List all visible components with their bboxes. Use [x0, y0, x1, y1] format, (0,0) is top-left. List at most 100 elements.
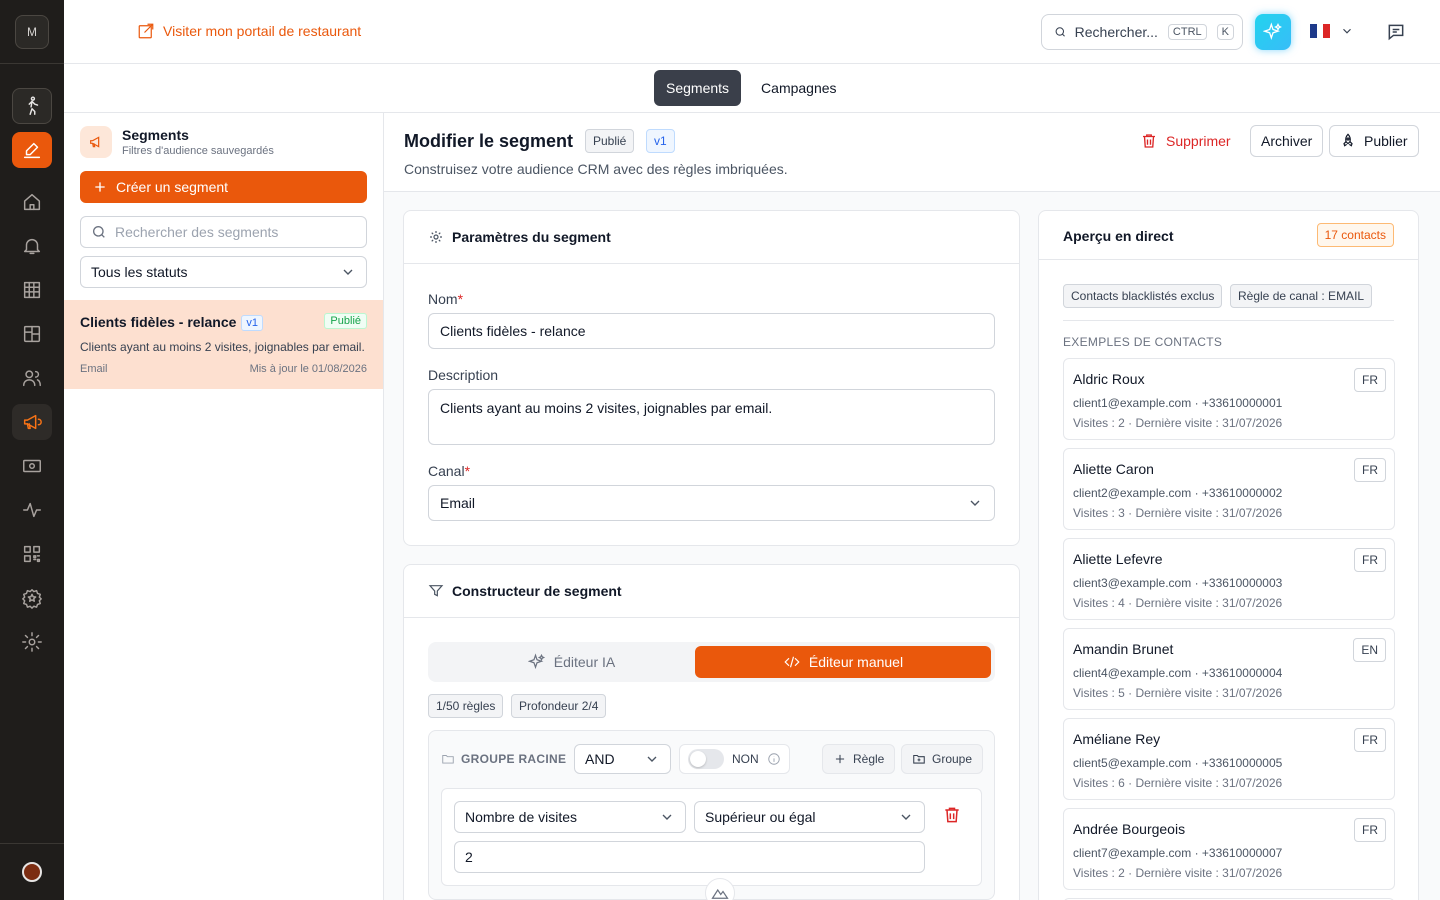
channel-label-text: Canal: [428, 463, 465, 479]
rule-field-value: Nombre de visites: [465, 809, 578, 825]
tab-segments[interactable]: Segments: [654, 70, 742, 106]
contact-name: Aliette Lefevre: [1073, 551, 1163, 567]
sparkles-icon: [527, 653, 545, 670]
root-group-label-text: GROUPE RACINE: [461, 752, 567, 766]
users-icon[interactable]: [12, 360, 52, 396]
contact-lang: FR: [1354, 548, 1386, 572]
description-field[interactable]: Clients ayant au moins 2 visites, joigna…: [428, 389, 995, 445]
archive-button[interactable]: Archiver: [1250, 125, 1324, 157]
workspace-logo[interactable]: M: [15, 15, 49, 49]
avatar-icon[interactable]: [22, 862, 42, 882]
contact-lang: FR: [1354, 368, 1386, 392]
segment-search-input[interactable]: [115, 224, 355, 240]
contact-details: client3@example.com · +33610000003: [1073, 576, 1283, 590]
manual-editor-tab[interactable]: Éditeur manuel: [695, 646, 991, 678]
layout-icon[interactable]: [12, 316, 52, 352]
contact-name: Amandin Brunet: [1073, 641, 1174, 657]
folder-icon: [442, 755, 454, 764]
contact-details: client4@example.com · +33610000004: [1073, 666, 1283, 680]
segment-item-channel: Email: [80, 363, 108, 375]
description-label: Description: [428, 367, 499, 383]
contact-visits: Visites : 2 · Dernière visite : 31/07/20…: [1073, 866, 1283, 880]
rail-divider: [0, 63, 64, 64]
page-description: Construisez votre audience CRM avec des …: [404, 161, 788, 177]
contact-visits: Visites : 4 · Dernière visite : 31/07/20…: [1073, 596, 1283, 610]
banknote-icon[interactable]: [12, 448, 52, 484]
gear-icon[interactable]: [12, 624, 52, 660]
search-icon: [93, 226, 105, 238]
qr-code-icon[interactable]: [12, 536, 52, 572]
activity-icon[interactable]: [12, 492, 52, 528]
contact-card: Aliette Lefevre FR client3@example.com ·…: [1063, 538, 1395, 620]
rule-field-select[interactable]: Nombre de visites: [454, 801, 686, 833]
sparkles-icon: [1263, 22, 1282, 40]
chevron-down-icon: [662, 814, 672, 820]
contact-card: Andrée Bourgeois FR client7@example.com …: [1063, 808, 1395, 890]
status-filter-select[interactable]: Tous les statuts: [80, 256, 367, 288]
edit-icon[interactable]: [12, 132, 52, 168]
bell-icon[interactable]: [12, 228, 52, 264]
root-group: GROUPE RACINE AND NON Règle Groupe Nombr…: [428, 730, 995, 900]
preview-divider: [1063, 320, 1394, 321]
negate-label: NON: [732, 752, 759, 766]
version-badge: v1: [646, 129, 675, 153]
search-icon: [1055, 27, 1065, 37]
group-operator-select[interactable]: AND: [574, 744, 671, 774]
segment-search: [80, 216, 367, 248]
ai-editor-tab[interactable]: Éditeur IA: [428, 646, 715, 678]
ai-assistant-button[interactable]: [1255, 14, 1291, 50]
filter-icon: [428, 585, 444, 597]
app-rail: M: [0, 0, 64, 900]
delete-rule-button[interactable]: [942, 805, 964, 827]
contact-name: Aldric Roux: [1073, 371, 1145, 387]
contact-name: Andrée Bourgeois: [1073, 821, 1186, 837]
segment-item-status: Publié: [324, 313, 367, 329]
france-flag-icon: [1310, 24, 1331, 38]
contact-lang: FR: [1354, 818, 1386, 842]
contact-visits: Visites : 5 · Dernière visite : 31/07/20…: [1073, 686, 1283, 700]
segment-item-updated: Mis à jour le 01/08/2026: [249, 363, 367, 375]
segment-builder-card: Constructeur de segment Éditeur IA Édite…: [403, 564, 1020, 900]
name-label-text: Nom: [428, 291, 458, 307]
external-link-icon: [138, 23, 154, 39]
rule-comparator-select[interactable]: Supérieur ou égal: [694, 801, 925, 833]
messages-button[interactable]: [1386, 22, 1408, 42]
global-search[interactable]: Rechercher... CTRL K: [1041, 14, 1243, 50]
visit-portal-label: Visiter mon portail de restaurant: [163, 23, 362, 39]
contact-details: client7@example.com · +33610000007: [1073, 846, 1283, 860]
star-badge-icon[interactable]: [12, 580, 52, 616]
channel-select[interactable]: Email: [428, 485, 995, 521]
delete-button[interactable]: Supprimer: [1140, 126, 1231, 156]
rule-value-input[interactable]: 2: [454, 841, 925, 873]
name-field[interactable]: Clients fidèles - relance: [428, 313, 995, 349]
megaphone-icon[interactable]: [12, 404, 52, 440]
visit-portal-link[interactable]: Visiter mon portail de restaurant: [137, 22, 361, 40]
name-label: Nom*: [428, 291, 463, 307]
trash-icon: [1143, 134, 1155, 148]
list-panel-title: Segments: [122, 127, 189, 143]
chevron-down-icon: [647, 756, 657, 762]
info-icon: [767, 753, 780, 765]
contact-name: Aliette Caron: [1073, 461, 1154, 477]
walking-person-icon[interactable]: [12, 88, 52, 124]
plus-icon: [835, 754, 845, 764]
language-selector[interactable]: [1310, 24, 1354, 38]
contact-visits: Visites : 2 · Dernière visite : 31/07/20…: [1073, 416, 1283, 430]
grid-icon[interactable]: [12, 272, 52, 308]
create-segment-button[interactable]: Créer un segment: [80, 171, 367, 203]
status-badge: Publié: [585, 129, 635, 153]
publish-button[interactable]: Publier: [1329, 125, 1419, 157]
add-rule-button[interactable]: Règle: [822, 744, 896, 774]
chevron-down-icon: [970, 500, 980, 506]
segment-list-item[interactable]: Clients fidèles - relance v1 Publié Clien…: [64, 300, 383, 389]
segments-list-panel: Segments Filtres d'audience sauvegardés …: [64, 113, 384, 900]
status-filter-value: Tous les statuts: [91, 264, 188, 280]
blacklist-excluded-chip: Contacts blacklistés exclus: [1063, 284, 1223, 308]
add-group-button[interactable]: Groupe: [901, 744, 984, 774]
negate-toggle[interactable]: [688, 749, 724, 769]
collapse-handle[interactable]: [705, 878, 735, 900]
publish-label: Publier: [1364, 133, 1408, 149]
home-icon[interactable]: [12, 184, 52, 220]
rule-comparator-value: Supérieur ou égal: [705, 809, 816, 825]
tab-campaigns[interactable]: Campagnes: [749, 70, 849, 106]
